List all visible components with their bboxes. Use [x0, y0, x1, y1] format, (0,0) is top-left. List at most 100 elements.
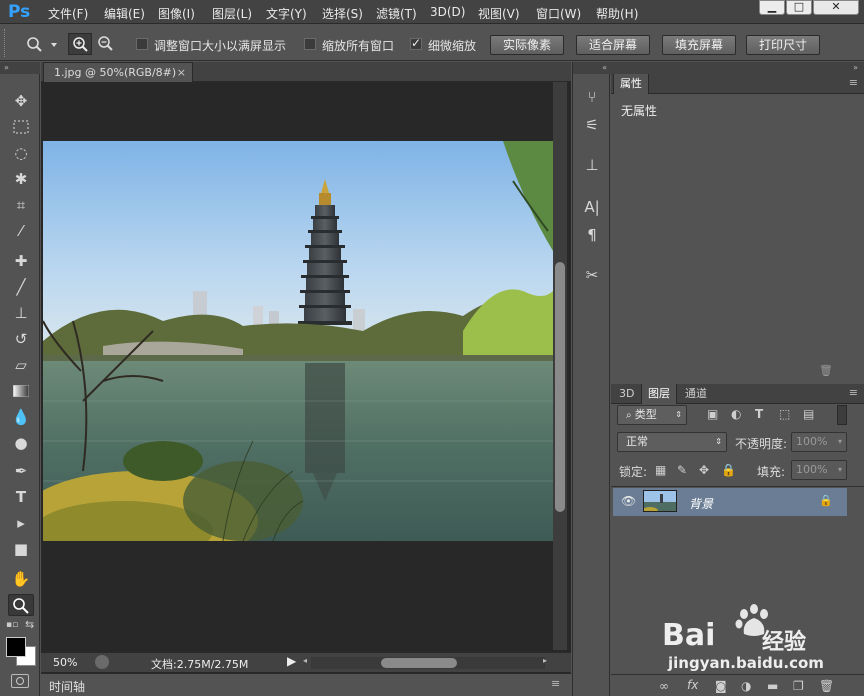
- healing-brush-tool-icon[interactable]: ✚: [8, 250, 34, 272]
- print-size-button[interactable]: 打印尺寸: [746, 35, 820, 55]
- blur-tool-icon[interactable]: 💧: [8, 406, 34, 428]
- options-grip[interactable]: [4, 29, 10, 57]
- menu-help[interactable]: 帮助(H): [596, 5, 638, 22]
- fill-screen-button[interactable]: 填充屏幕: [662, 35, 736, 55]
- menu-edit[interactable]: 编辑(E): [104, 5, 145, 22]
- adjustment-layer-icon[interactable]: ◑: [741, 679, 751, 693]
- maximize-button[interactable]: □: [786, 0, 812, 15]
- lock-position-icon[interactable]: ✥: [699, 463, 709, 477]
- menu-select[interactable]: 选择(S): [322, 5, 363, 22]
- layer-filter-kind-select[interactable]: ⌕ 类型 ⇕: [617, 405, 687, 425]
- menu-file[interactable]: 文件(F): [48, 5, 88, 22]
- menu-window[interactable]: 窗口(W): [536, 5, 581, 22]
- brush-tool-icon[interactable]: ╱: [8, 276, 34, 298]
- eyedropper-tool-icon[interactable]: ⁄: [8, 220, 34, 242]
- hand-tool-icon[interactable]: ✋: [8, 568, 34, 590]
- zoom-out-mode-button[interactable]: [94, 33, 118, 55]
- menu-layer[interactable]: 图层(L): [212, 5, 252, 22]
- new-layer-icon[interactable]: ❐: [793, 679, 804, 693]
- zoom-tool-icon[interactable]: [8, 594, 34, 616]
- close-tab-icon[interactable]: ×: [177, 63, 186, 82]
- horizontal-scrollbar[interactable]: [311, 657, 545, 669]
- tab-3d[interactable]: 3D: [613, 384, 640, 404]
- new-group-icon[interactable]: ▬: [767, 679, 778, 693]
- properties-trash-icon[interactable]: 🗑: [819, 364, 833, 377]
- menu-filter[interactable]: 滤镜(T): [376, 5, 417, 22]
- eraser-tool-icon[interactable]: ▱: [8, 354, 34, 376]
- vertical-scrollbar[interactable]: [553, 82, 567, 650]
- type-tool-icon[interactable]: T: [8, 486, 34, 508]
- lasso-tool-icon[interactable]: ◌: [8, 142, 34, 164]
- dodge-tool-icon[interactable]: ●: [8, 432, 34, 454]
- default-colors-icon[interactable]: ▪▫: [6, 620, 18, 630]
- blend-mode-select[interactable]: 正常 ⇕: [617, 432, 727, 452]
- clone-stamp-tool-icon[interactable]: ⊥: [8, 302, 34, 324]
- menu-3d[interactable]: 3D(D): [430, 5, 465, 19]
- tool-preset-picker[interactable]: [22, 33, 58, 55]
- scroll-left-arrow-icon[interactable]: ◂: [303, 656, 307, 665]
- character-panel-icon[interactable]: A|: [581, 196, 603, 218]
- document-info-icon[interactable]: [95, 655, 109, 669]
- brush-panel-icon[interactable]: ⚟: [581, 114, 603, 136]
- layers-menu-icon[interactable]: ≡: [849, 386, 858, 399]
- lock-transparent-icon[interactable]: ▦: [655, 463, 666, 477]
- horizontal-scroll-thumb[interactable]: [381, 658, 457, 668]
- tab-layers[interactable]: 图层: [641, 384, 677, 404]
- layer-visibility-eye-icon[interactable]: 👁: [621, 494, 636, 508]
- minimize-button[interactable]: ▁: [759, 0, 785, 15]
- fill-input[interactable]: 100% ▾: [791, 460, 847, 480]
- history-brush-tool-icon[interactable]: ↺: [8, 328, 34, 350]
- fit-screen-button[interactable]: 适合屏幕: [576, 35, 650, 55]
- filter-pixel-icon[interactable]: ▣: [707, 407, 718, 421]
- opacity-input[interactable]: 100% ▾: [791, 432, 847, 452]
- timeline-panel-tab[interactable]: 时间轴 ≡: [41, 673, 571, 696]
- menu-view[interactable]: 视图(V): [478, 5, 520, 22]
- timeline-panel-menu-icon[interactable]: ≡: [551, 677, 560, 690]
- zoom-level-value[interactable]: 50%: [53, 656, 77, 669]
- layer-row[interactable]: 👁 背景 🔒: [613, 488, 847, 516]
- menu-image[interactable]: 图像(I): [158, 5, 195, 22]
- menu-type[interactable]: 文字(Y): [266, 5, 307, 22]
- clone-source-icon[interactable]: ⊥: [581, 154, 603, 176]
- filter-smart-object-icon[interactable]: ▤: [803, 407, 814, 421]
- pen-tool-icon[interactable]: ✒: [8, 460, 34, 482]
- swap-colors-icon[interactable]: ⇆: [25, 618, 34, 631]
- crop-tool-icon[interactable]: ⌗: [8, 194, 34, 216]
- marquee-tool-icon[interactable]: [8, 116, 34, 138]
- link-layers-icon[interactable]: ∞: [659, 679, 669, 693]
- move-tool-icon[interactable]: ✥: [8, 90, 34, 112]
- actual-pixels-button[interactable]: 实际像素: [490, 35, 564, 55]
- lock-all-icon[interactable]: 🔒: [721, 463, 736, 477]
- filter-toggle-switch[interactable]: [837, 405, 847, 425]
- filter-adjustment-icon[interactable]: ◐: [731, 407, 741, 421]
- zoom-in-mode-button[interactable]: [68, 33, 92, 55]
- dock-collapse-icon[interactable]: «: [573, 62, 611, 74]
- scroll-right-arrow-icon[interactable]: ▸: [543, 656, 547, 665]
- scrubby-zoom-checkbox[interactable]: [410, 36, 422, 50]
- delete-layer-icon[interactable]: 🗑: [819, 679, 834, 693]
- tool-presets-icon[interactable]: ✂: [581, 264, 603, 286]
- right-dock-collapse-icon[interactable]: »: [611, 62, 864, 74]
- add-mask-icon[interactable]: ◙: [715, 679, 727, 693]
- resize-windows-checkbox[interactable]: [136, 38, 148, 50]
- brush-presets-icon[interactable]: ⑂: [581, 86, 603, 108]
- toolbox-collapse-icon[interactable]: »: [0, 62, 40, 74]
- quick-mask-icon[interactable]: [11, 674, 29, 688]
- document-tab[interactable]: 1.jpg @ 50%(RGB/8#) ×: [43, 62, 193, 82]
- zoom-all-windows-checkbox[interactable]: [304, 38, 316, 50]
- vertical-scroll-thumb[interactable]: [555, 262, 565, 512]
- tab-properties[interactable]: 属性: [613, 74, 649, 94]
- lock-image-icon[interactable]: ✎: [677, 463, 687, 477]
- magic-wand-tool-icon[interactable]: ✱: [8, 168, 34, 190]
- filter-shape-icon[interactable]: ⬚: [779, 407, 790, 421]
- layer-style-icon[interactable]: fx: [687, 678, 698, 692]
- canvas-image[interactable]: [43, 141, 553, 541]
- status-menu-arrow-icon[interactable]: ▶: [287, 654, 296, 668]
- path-selection-tool-icon[interactable]: ▸: [8, 512, 34, 534]
- gradient-tool-icon[interactable]: [8, 380, 34, 402]
- tab-channels[interactable]: 通道: [679, 384, 713, 404]
- close-window-button[interactable]: ✕: [813, 0, 859, 15]
- properties-menu-icon[interactable]: ≡: [849, 76, 858, 89]
- layer-name[interactable]: 背景: [689, 495, 713, 512]
- paragraph-panel-icon[interactable]: ¶: [581, 224, 603, 246]
